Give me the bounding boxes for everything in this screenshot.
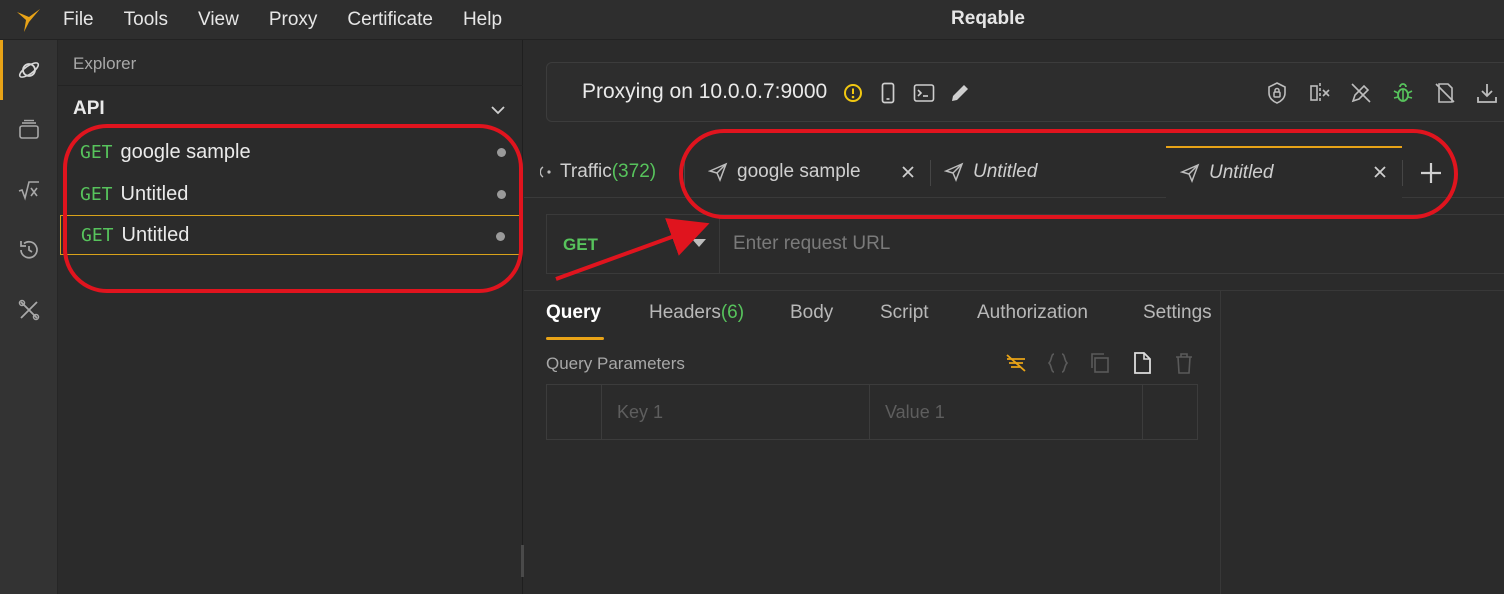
antenna-icon bbox=[540, 166, 551, 178]
tab-body[interactable]: Body bbox=[790, 302, 833, 338]
proxy-status-bar: Proxying on 10.0.0.7:9000 bbox=[546, 62, 1504, 122]
api-item-method: GET bbox=[80, 183, 113, 205]
key-cell bbox=[602, 385, 870, 439]
tab-separator bbox=[1402, 160, 1403, 186]
tab-script[interactable]: Script bbox=[880, 302, 929, 338]
api-item-name: google sample bbox=[120, 140, 251, 163]
api-item-untitled[interactable]: GET Untitled bbox=[60, 174, 522, 214]
menu-file[interactable]: File bbox=[48, 9, 109, 31]
explorer-panel: Explorer API GET google sample GET Untit… bbox=[58, 40, 523, 594]
document-icon[interactable] bbox=[1129, 350, 1155, 376]
menu-proxy[interactable]: Proxy bbox=[254, 9, 333, 31]
terminal-icon[interactable] bbox=[912, 81, 936, 105]
math-sqrt-icon bbox=[18, 181, 39, 201]
explorer-title: Explorer bbox=[73, 54, 137, 73]
tab-google-sample[interactable]: google sample bbox=[708, 146, 861, 198]
add-tab-icon[interactable] bbox=[1418, 160, 1444, 186]
planet-icon bbox=[18, 62, 40, 78]
download-icon[interactable] bbox=[1475, 81, 1499, 105]
menu-help[interactable]: Help bbox=[448, 9, 517, 31]
chevron-down-icon[interactable] bbox=[488, 100, 508, 120]
menu-view[interactable]: View bbox=[183, 9, 254, 31]
unsaved-dot-icon bbox=[496, 232, 505, 241]
caret-down-icon bbox=[692, 239, 706, 247]
divider bbox=[524, 290, 1504, 291]
split-icon[interactable] bbox=[1308, 81, 1332, 105]
trash-icon[interactable] bbox=[1171, 350, 1197, 376]
request-url-row: GET bbox=[546, 214, 1504, 274]
tab-untitled-active[interactable]: Untitled bbox=[1166, 146, 1402, 198]
activity-rail bbox=[0, 40, 58, 594]
menu-bar: File Tools View Proxy Certificate Help bbox=[48, 0, 517, 40]
row-actions-cell[interactable] bbox=[1143, 385, 1197, 439]
pen-off-icon[interactable] bbox=[1349, 81, 1373, 105]
param-value-input[interactable] bbox=[870, 385, 1142, 439]
close-icon[interactable] bbox=[1372, 164, 1388, 180]
bug-icon[interactable] bbox=[1391, 81, 1415, 105]
tab-untitled[interactable]: Untitled bbox=[944, 146, 1037, 198]
tab-traffic-label: Traffic(372) bbox=[560, 161, 657, 182]
tab-settings[interactable]: Settings bbox=[1143, 302, 1212, 338]
tab-query[interactable]: Query bbox=[546, 302, 604, 340]
tab-authorization[interactable]: Authorization bbox=[977, 302, 1088, 338]
tab-separator bbox=[930, 160, 931, 186]
shield-lock-icon[interactable] bbox=[1265, 81, 1289, 105]
main-area: Proxying on 10.0.0.7:9000 Traffic(372) g… bbox=[524, 40, 1504, 594]
disable-params-icon[interactable] bbox=[1003, 350, 1029, 376]
row-checkbox-cell[interactable] bbox=[547, 385, 602, 439]
query-parameters-label: Query Parameters bbox=[546, 354, 685, 373]
url-input[interactable] bbox=[721, 215, 1504, 273]
warning-icon[interactable] bbox=[841, 81, 865, 105]
rail-item-tools[interactable] bbox=[0, 280, 58, 340]
api-item-untitled-selected[interactable]: GET Untitled bbox=[60, 215, 522, 255]
history-icon bbox=[20, 240, 38, 259]
method-select[interactable]: GET bbox=[547, 215, 720, 273]
send-icon bbox=[1180, 163, 1200, 183]
tab-label: Untitled bbox=[973, 161, 1038, 182]
braces-icon[interactable] bbox=[1045, 350, 1071, 376]
rail-item-history[interactable] bbox=[0, 220, 58, 280]
unsaved-dot-icon bbox=[497, 190, 506, 199]
api-item-name: Untitled bbox=[120, 182, 189, 205]
send-icon bbox=[708, 162, 728, 182]
api-item-method: GET bbox=[80, 141, 113, 163]
api-section-title[interactable]: API bbox=[73, 98, 105, 120]
tab-label: google sample bbox=[737, 161, 861, 182]
explorer-header: Explorer bbox=[58, 40, 523, 86]
title-bar: File Tools View Proxy Certificate Help R… bbox=[0, 0, 1504, 40]
tab-strip: Traffic(372) google sample Untitled Unti… bbox=[524, 146, 1504, 198]
menu-tools[interactable]: Tools bbox=[109, 9, 183, 31]
edit-icon[interactable] bbox=[948, 81, 972, 105]
menu-certificate[interactable]: Certificate bbox=[332, 9, 448, 31]
copy-icon[interactable] bbox=[1087, 350, 1113, 376]
rail-item-math[interactable] bbox=[0, 160, 58, 220]
value-cell bbox=[870, 385, 1143, 439]
api-item-google-sample[interactable]: GET google sample bbox=[60, 132, 522, 172]
rail-item-stack[interactable] bbox=[0, 100, 58, 160]
close-icon[interactable] bbox=[900, 164, 916, 180]
tab-label: Untitled bbox=[1209, 162, 1274, 183]
proxy-status-text: Proxying on 10.0.0.7:9000 bbox=[582, 80, 828, 103]
reqable-logo-icon bbox=[17, 9, 40, 32]
method-label: GET bbox=[563, 235, 598, 254]
window-title: Reqable bbox=[951, 8, 1025, 29]
divider bbox=[1220, 291, 1221, 594]
tab-separator bbox=[684, 160, 685, 186]
tab-headers[interactable]: Headers(6) bbox=[649, 302, 744, 338]
ssl-off-icon[interactable] bbox=[1433, 81, 1457, 105]
tab-traffic[interactable]: Traffic(372) bbox=[540, 146, 656, 198]
unsaved-dot-icon bbox=[497, 148, 506, 157]
send-icon bbox=[944, 162, 964, 182]
api-item-method: GET bbox=[81, 224, 114, 246]
tools-icon bbox=[18, 299, 40, 321]
mobile-icon[interactable] bbox=[876, 81, 900, 105]
api-item-name: Untitled bbox=[121, 223, 190, 246]
rail-item-planet[interactable] bbox=[0, 40, 58, 100]
query-params-table bbox=[546, 384, 1198, 440]
param-key-input[interactable] bbox=[602, 385, 869, 439]
stack-icon bbox=[19, 119, 39, 139]
